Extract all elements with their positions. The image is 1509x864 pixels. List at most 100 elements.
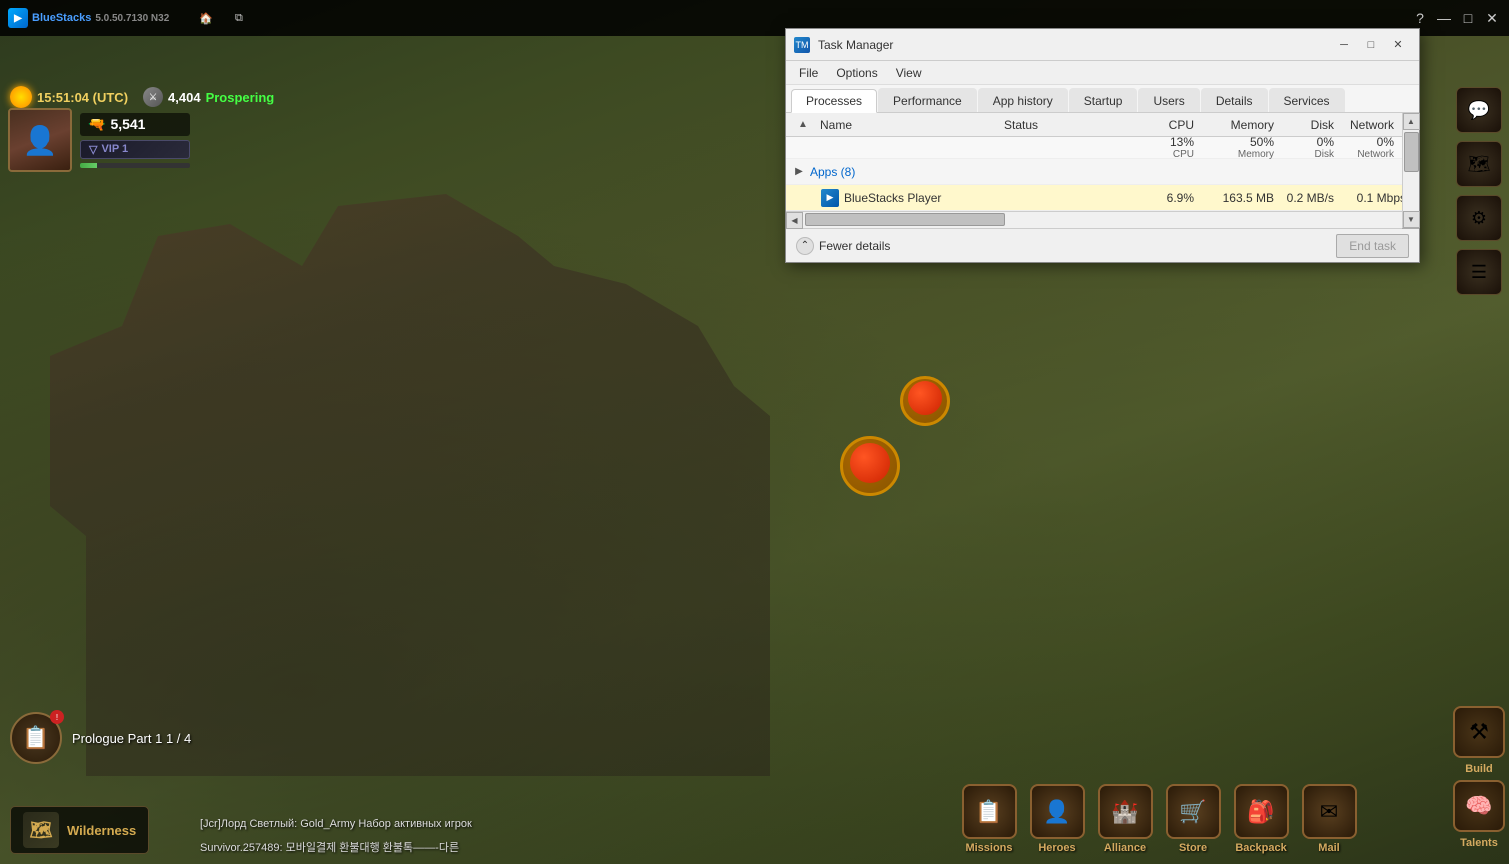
tm-tab-processes[interactable]: Processes bbox=[791, 89, 877, 113]
tm-title-icon: TM bbox=[794, 37, 810, 53]
bluestacks-logo: ▶ BlueStacks 5.0.50.7130 N32 bbox=[8, 8, 169, 28]
nav-missions[interactable]: 📋 Missions bbox=[959, 784, 1019, 854]
tm-menu-view[interactable]: View bbox=[888, 64, 930, 82]
time-display: 15:51:04 (UTC) bbox=[10, 86, 128, 108]
sidebar-menu-icon[interactable]: ☰ bbox=[1456, 249, 1502, 295]
build-icon[interactable]: ⚒ bbox=[1453, 706, 1505, 758]
tm-col-name-header[interactable]: Name bbox=[815, 118, 1004, 132]
player-avatar[interactable]: 👤 bbox=[8, 108, 72, 172]
bs-help-btn[interactable]: ? bbox=[1411, 9, 1429, 27]
mail-icon: ✉ bbox=[1302, 784, 1357, 839]
resource-count: 4,404 bbox=[168, 90, 201, 105]
alliance-icon: 🏰 bbox=[1098, 784, 1153, 839]
nav-store[interactable]: 🛒 Store bbox=[1163, 784, 1223, 854]
tm-close-btn[interactable]: ✕ bbox=[1385, 36, 1411, 54]
tm-fewer-icon: ⌃ bbox=[796, 237, 814, 255]
tm-net-label: Network bbox=[1357, 149, 1394, 160]
bs-tab-multi[interactable]: ⧉ bbox=[225, 8, 253, 29]
prosperity-status: Prospering bbox=[206, 90, 275, 105]
tm-col-status-header[interactable]: Status bbox=[1004, 118, 1124, 132]
game-time: 15:51:04 (UTC) bbox=[37, 90, 128, 105]
talents-label: Talents bbox=[1460, 837, 1498, 849]
tm-net-pct: 0% bbox=[1377, 135, 1394, 149]
resource-icon: ⚔ bbox=[143, 87, 163, 107]
bs-tabs: 🏠 ⧉ bbox=[189, 8, 253, 29]
wilderness-inner[interactable]: 🗺 Wilderness bbox=[10, 806, 149, 854]
missions-label: Missions bbox=[965, 842, 1012, 854]
tm-hscroll-thumb[interactable] bbox=[805, 213, 1005, 226]
tm-hscrollbar[interactable]: ◀ ▶ bbox=[786, 211, 1419, 228]
tm-col-disk-header[interactable]: Disk bbox=[1274, 118, 1334, 132]
tomato-marker-1 bbox=[900, 376, 950, 426]
tm-process-disk: 0.2 MB/s bbox=[1274, 191, 1334, 205]
nav-mail[interactable]: ✉ Mail bbox=[1299, 784, 1359, 854]
tm-tab-services[interactable]: Services bbox=[1269, 88, 1345, 112]
wilderness-label: Wilderness bbox=[67, 823, 136, 838]
bs-restore-btn[interactable]: □ bbox=[1459, 9, 1477, 27]
tm-bluestacks-row[interactable]: ▶ BlueStacks Player 6.9% 163.5 MB 0.2 MB… bbox=[786, 185, 1419, 211]
game-building bbox=[50, 176, 770, 776]
backpack-icon: 🎒 bbox=[1234, 784, 1289, 839]
resource-display: ⚔ 4,404 Prospering bbox=[143, 87, 274, 107]
tm-process-name: BlueStacks Player bbox=[844, 191, 1004, 205]
tm-group-expand[interactable]: ▶ bbox=[791, 164, 807, 180]
vip-badge: ▽ VIP 1 bbox=[80, 140, 190, 159]
quest-item[interactable]: 📋 ! Prologue Part 1 1 / 4 bbox=[10, 712, 191, 764]
tm-mem-label: Memory bbox=[1238, 149, 1274, 160]
quest-badge: ! bbox=[50, 710, 64, 724]
build-label: Build bbox=[1465, 763, 1493, 775]
tm-scroll-down[interactable]: ▼ bbox=[1403, 211, 1420, 228]
vip-arrow: ▽ bbox=[89, 143, 97, 156]
tm-window-controls: ─ □ ✕ bbox=[1331, 36, 1411, 54]
tm-mem-pct: 50% bbox=[1250, 135, 1274, 149]
tm-process-cpu: 6.9% bbox=[1124, 191, 1194, 205]
bs-minimize-btn[interactable]: — bbox=[1435, 9, 1453, 27]
tm-tab-startup[interactable]: Startup bbox=[1069, 88, 1138, 112]
tm-footer: ⌃ Fewer details End task bbox=[786, 228, 1419, 262]
tm-process-mem: 163.5 MB bbox=[1194, 191, 1274, 205]
tm-sort-indicator: ▲ bbox=[791, 119, 815, 130]
tm-menu-options[interactable]: Options bbox=[828, 64, 885, 82]
quest-icon[interactable]: 📋 ! bbox=[10, 712, 62, 764]
bs-tab-home[interactable]: 🏠 bbox=[189, 8, 223, 29]
wilderness-btn[interactable]: 🗺 Wilderness bbox=[10, 806, 149, 854]
tm-menu-file[interactable]: File bbox=[791, 64, 826, 82]
tm-hscroll-left[interactable]: ◀ bbox=[786, 212, 803, 229]
tm-tab-performance[interactable]: Performance bbox=[878, 88, 977, 112]
tm-end-task-btn[interactable]: End task bbox=[1336, 234, 1409, 258]
missions-icon: 📋 bbox=[962, 784, 1017, 839]
player-stats: 🔫 5,541 ▽ VIP 1 bbox=[80, 113, 190, 168]
tm-hscroll-track[interactable] bbox=[803, 212, 1402, 228]
tm-fewer-details-btn[interactable]: ⌃ Fewer details bbox=[796, 237, 890, 255]
bs-window-controls: ? — □ ✕ bbox=[1411, 9, 1501, 27]
sidebar-map-icon[interactable]: 🗺 bbox=[1456, 141, 1502, 187]
tm-tab-details[interactable]: Details bbox=[1201, 88, 1268, 112]
right-sidebar: 💬 🗺 ⚙ ☰ ⚒ Build 🧠 Talents bbox=[1449, 72, 1509, 864]
tm-minimize-btn[interactable]: ─ bbox=[1331, 36, 1357, 54]
tm-col-mem-header[interactable]: Memory bbox=[1194, 118, 1274, 132]
talents-icon[interactable]: 🧠 bbox=[1453, 780, 1505, 832]
quest-symbol: 📋 bbox=[22, 725, 49, 751]
nav-heroes[interactable]: 👤 Heroes bbox=[1027, 784, 1087, 854]
tm-scroll-thumb[interactable] bbox=[1404, 132, 1419, 172]
tm-cpu-stat: 13% CPU bbox=[1124, 135, 1194, 160]
nav-alliance[interactable]: 🏰 Alliance bbox=[1095, 784, 1155, 854]
tm-cpu-label: CPU bbox=[1173, 149, 1194, 160]
tm-process-icon: ▶ bbox=[821, 189, 839, 207]
bs-close-btn[interactable]: ✕ bbox=[1483, 9, 1501, 27]
tm-tab-users[interactable]: Users bbox=[1138, 88, 1199, 112]
chat-line-2: Survivor.257489: 모바일결제 환불대행 환불톡——-다른 bbox=[200, 835, 700, 859]
bs-title: BlueStacks bbox=[32, 12, 91, 24]
store-label: Store bbox=[1179, 842, 1207, 854]
player-info: 👤 🔫 5,541 ▽ VIP 1 bbox=[8, 108, 190, 172]
bs-version: 5.0.50.7130 N32 bbox=[95, 13, 169, 24]
tm-apps-group-row[interactable]: ▶ Apps (8) bbox=[786, 159, 1419, 185]
tm-scroll-up[interactable]: ▲ bbox=[1403, 113, 1420, 130]
nav-backpack[interactable]: 🎒 Backpack bbox=[1231, 784, 1291, 854]
tm-tab-apphistory[interactable]: App history bbox=[978, 88, 1068, 112]
sidebar-settings-icon[interactable]: ⚙ bbox=[1456, 195, 1502, 241]
tm-col-cpu-header[interactable]: CPU bbox=[1124, 118, 1194, 132]
alliance-label: Alliance bbox=[1104, 842, 1146, 854]
tm-scrollbar[interactable]: ▲ ▼ bbox=[1402, 113, 1419, 228]
tm-restore-btn[interactable]: □ bbox=[1358, 36, 1384, 54]
